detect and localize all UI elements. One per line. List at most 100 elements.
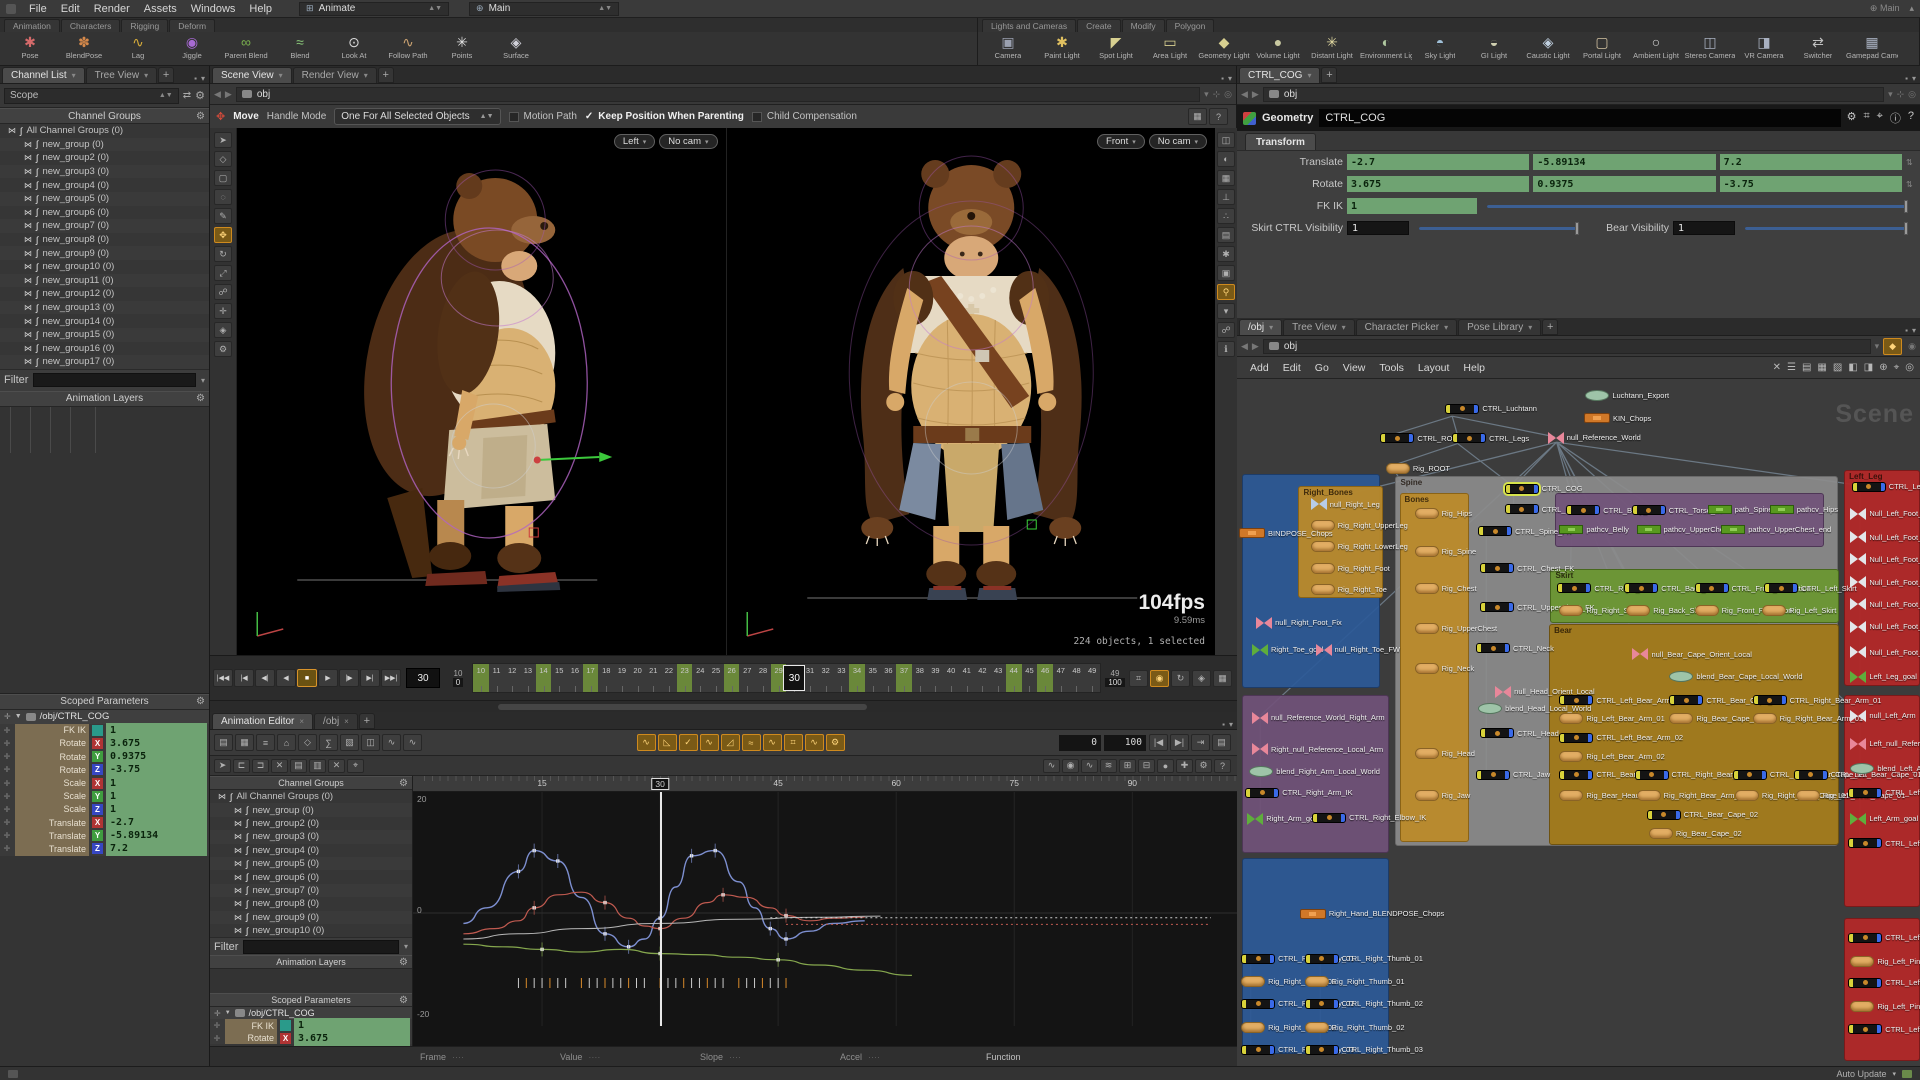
network-node[interactable]: Rig_Left_Pinky_01 bbox=[1850, 955, 1920, 967]
network-node[interactable]: KIN_Chops bbox=[1583, 413, 1651, 424]
channel-group-row[interactable]: ⋈ ∫ new_group16 (0) bbox=[0, 341, 209, 356]
desktop-selector[interactable]: ⊞ Animate ▲▼ bbox=[299, 1, 450, 16]
pin-icon[interactable]: ✛ bbox=[2, 739, 12, 748]
graph-playhead[interactable] bbox=[660, 792, 662, 1026]
network-node[interactable]: Rig_UpperChest bbox=[1414, 622, 1497, 634]
flag-icon[interactable]: ⋈ bbox=[234, 832, 242, 841]
chevron-down-icon[interactable]: ▾ bbox=[1875, 341, 1880, 352]
playbar-options-icon[interactable]: ▦ bbox=[1213, 669, 1232, 687]
network-node[interactable]: blend_Bear_Cape_Local_World bbox=[1669, 670, 1803, 682]
shelf-tab[interactable]: Characters bbox=[60, 19, 121, 32]
pane-menu-icon[interactable]: ▾ bbox=[1229, 720, 1233, 729]
menu-item[interactable]: Windows bbox=[184, 0, 243, 17]
gear-icon[interactable]: ⚙ bbox=[1847, 110, 1857, 126]
network-toolbar-icon[interactable]: ☰ bbox=[1787, 362, 1796, 373]
snap-icon[interactable]: ◈ bbox=[214, 322, 232, 338]
stop-button[interactable]: ■ bbox=[297, 669, 317, 687]
shelf-tool[interactable]: ◈ Surface bbox=[490, 33, 542, 60]
ladder-icon[interactable]: ⇅ bbox=[1906, 158, 1914, 167]
flag-icon[interactable]: ⋈ bbox=[24, 140, 32, 149]
new-tab-button[interactable]: + bbox=[358, 713, 375, 729]
shelf-tab[interactable]: Rigging bbox=[121, 19, 169, 32]
network-node[interactable]: null_Right_Foot_Fix bbox=[1256, 616, 1342, 629]
link-icon[interactable]: ⇄ bbox=[183, 90, 191, 101]
flag-icon[interactable]: ⋈ bbox=[234, 926, 242, 935]
flag-icon[interactable]: ⋈ bbox=[234, 913, 242, 922]
shelf-tool[interactable]: ✳ Distant Light bbox=[1306, 33, 1358, 60]
channel-group-row[interactable]: ⋈ ∫ new_group10 (0) bbox=[210, 923, 412, 938]
footer-field-value[interactable]: ···· bbox=[729, 1052, 741, 1062]
anim-toolbar-icon[interactable]: ∑ bbox=[319, 734, 338, 751]
channel-group-row[interactable]: ⋈ ∫ new_group7 (0) bbox=[210, 883, 412, 898]
menu-item[interactable]: Edit bbox=[54, 0, 87, 17]
go-end-button[interactable]: ▶▶| bbox=[381, 669, 401, 687]
network-menu-item[interactable]: Layout bbox=[1411, 362, 1457, 374]
shelf-tool[interactable]: ✱ Pose bbox=[4, 33, 56, 60]
display-icon[interactable]: ◫ bbox=[1217, 132, 1235, 148]
channel-group-row[interactable]: ⋈ ∫ new_group8 (0) bbox=[210, 897, 412, 911]
network-node[interactable]: CTRL_COG bbox=[1504, 483, 1583, 494]
tab-pose-library[interactable]: Pose Library ▾ bbox=[1458, 319, 1542, 335]
pin-icon[interactable]: ✛ bbox=[2, 792, 12, 801]
display-option-icon[interactable]: ⊟ bbox=[1138, 758, 1155, 773]
forward-icon[interactable]: ▶ bbox=[225, 89, 232, 100]
flag-icon[interactable]: ⋈ bbox=[24, 249, 32, 258]
chevron-down-icon[interactable]: ▾ bbox=[201, 376, 205, 385]
parameter-value[interactable]: 7.2 bbox=[106, 841, 207, 857]
anim-toolbar-hot-icon[interactable]: ≈ bbox=[741, 734, 761, 751]
network-node[interactable]: BINDPOSE_Chops bbox=[1239, 528, 1333, 539]
network-node[interactable]: CTRL_Bear_Cape_02 bbox=[1646, 809, 1758, 820]
network-toolbar-icon[interactable]: ▦ bbox=[1817, 362, 1826, 373]
anim-toolbar-icon[interactable]: ◇ bbox=[298, 734, 317, 751]
pin-icon[interactable]: ✛ bbox=[2, 779, 12, 788]
shelf-tool[interactable]: ◉ Jiggle bbox=[166, 33, 218, 60]
shelf-tool[interactable]: ○ Ambient Light bbox=[1630, 33, 1682, 60]
gear-icon[interactable]: ⚙ bbox=[196, 111, 205, 122]
pin-view-icon[interactable]: ⚲ bbox=[1217, 284, 1235, 300]
back-icon[interactable]: ◀ bbox=[214, 89, 221, 100]
help-icon[interactable]: ? bbox=[1209, 108, 1228, 125]
network-node[interactable]: null_Right_Leg bbox=[1310, 498, 1380, 511]
path-field[interactable]: obj bbox=[1262, 86, 1885, 102]
scoped-parameter-row[interactable]: ✛ Rotate Z -3.75 bbox=[0, 762, 209, 778]
search-icon[interactable]: ⌖ bbox=[1877, 110, 1883, 126]
spinner-icon[interactable]: ▲▼ bbox=[428, 5, 442, 12]
network-node[interactable]: Rig_Head bbox=[1414, 747, 1475, 759]
anim-toolbar-icon[interactable]: ≡ bbox=[256, 734, 275, 751]
scoped-parameter-row[interactable]: ✛ Translate X -2.7 bbox=[0, 815, 209, 831]
display-option-icon[interactable]: ∿ bbox=[1043, 758, 1060, 773]
list-icon[interactable]: ▤ bbox=[1212, 734, 1231, 751]
network-node[interactable]: pathcv_Hips bbox=[1769, 505, 1838, 515]
gear-icon[interactable]: ⚙ bbox=[399, 995, 408, 1006]
network-node[interactable]: Null_Left_Foot_Back bbox=[1850, 576, 1920, 589]
anim-toolbar-icon[interactable]: ∿ bbox=[382, 734, 401, 751]
network-node[interactable]: Left_Leg_goal bbox=[1850, 670, 1917, 683]
function-label[interactable]: Function bbox=[986, 1052, 1021, 1062]
channel-group-row[interactable]: ⋈ ∫ new_group5 (0) bbox=[210, 856, 412, 871]
shelf-tool[interactable]: ▢ Portal Light bbox=[1576, 33, 1628, 60]
view-selector[interactable]: Left ▾ bbox=[613, 134, 656, 149]
mode-label[interactable]: Move bbox=[233, 111, 259, 122]
display-option-icon[interactable]: ✚ bbox=[1176, 758, 1193, 773]
forward-icon[interactable]: ▶ bbox=[1252, 341, 1259, 352]
channel-group-row[interactable]: ⋈ ∫ new_group9 (0) bbox=[0, 246, 209, 260]
last-key-icon[interactable]: ▶| bbox=[1170, 734, 1189, 751]
network-node[interactable]: CTRL_Legs bbox=[1452, 433, 1529, 444]
footer-field-value[interactable]: ···· bbox=[868, 1052, 880, 1062]
tab-scene-view[interactable]: Scene View ▾ bbox=[212, 67, 292, 83]
filter-input[interactable] bbox=[33, 373, 196, 388]
network-menu-item[interactable]: Go bbox=[1308, 362, 1336, 374]
anim-toolbar-icon[interactable]: ◫ bbox=[361, 734, 380, 751]
display-option-icon[interactable]: ∿ bbox=[1081, 758, 1098, 773]
channel-group-row[interactable]: ⋈ ∫ new_group2 (0) bbox=[0, 151, 209, 165]
camera-icon[interactable]: ▣ bbox=[1217, 265, 1235, 281]
anim-toolbar-icon[interactable]: ▤ bbox=[214, 734, 233, 751]
shelf-tab[interactable]: Animation bbox=[4, 19, 60, 32]
network-toolbar-icon[interactable]: ⊕ bbox=[1879, 362, 1887, 373]
tab-animation-editor[interactable]: Animation Editor × bbox=[212, 713, 314, 729]
select-icon[interactable]: ◇ bbox=[214, 151, 232, 167]
target-icon[interactable]: ◎ bbox=[1908, 89, 1916, 100]
shelf-tool[interactable]: ✽ BlendPose bbox=[58, 33, 110, 60]
network-node[interactable]: Null_Left_Foot_Out bbox=[1850, 553, 1920, 565]
tab-channel-list[interactable]: Channel List ▾ bbox=[2, 67, 85, 83]
